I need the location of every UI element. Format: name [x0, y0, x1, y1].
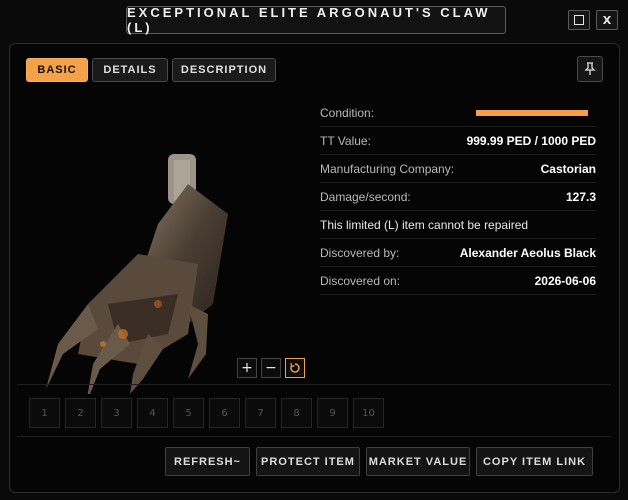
condition-row: Condition:: [320, 99, 596, 127]
square-icon: [574, 15, 584, 25]
close-label: X: [602, 13, 612, 27]
divider: [17, 384, 611, 385]
slot-2[interactable]: 2: [65, 398, 96, 428]
copy-item-link-button[interactable]: COPY ITEM LINK: [476, 447, 593, 476]
manufacturer-label: Manufacturing Company:: [320, 161, 455, 176]
slot-number: 10: [362, 407, 375, 419]
slot-10[interactable]: 10: [353, 398, 384, 428]
zoom-out-label: −: [265, 360, 277, 376]
slot-number: 1: [41, 407, 48, 419]
zoom-in-button[interactable]: +: [237, 358, 257, 378]
tab-description-label: DESCRIPTION: [180, 64, 268, 76]
slot-8[interactable]: 8: [281, 398, 312, 428]
market-value-button[interactable]: MARKET VALUE: [366, 447, 470, 476]
discovered-on-label: Discovered on:: [320, 273, 401, 288]
discovered-on-row: Discovered on: 2026-06-06: [320, 267, 596, 295]
item-preview-viewport[interactable]: [38, 154, 258, 404]
slot-3[interactable]: 3: [101, 398, 132, 428]
condition-bar: [476, 109, 588, 116]
close-button[interactable]: X: [596, 10, 618, 30]
slot-5[interactable]: 5: [173, 398, 204, 428]
refresh-label: REFRESH~: [174, 455, 241, 468]
slot-number: 3: [113, 407, 120, 419]
slot-4[interactable]: 4: [137, 398, 168, 428]
slot-number: 8: [293, 407, 300, 419]
slot-1[interactable]: 1: [29, 398, 60, 428]
pin-button[interactable]: [577, 56, 603, 82]
slot-number: 7: [257, 407, 264, 419]
copy-item-link-label: COPY ITEM LINK: [482, 455, 587, 468]
tt-value-label: TT Value:: [320, 133, 371, 148]
window-title: EXCEPTIONAL ELITE ARGONAUT'S CLAW (L): [127, 5, 491, 35]
slot-6[interactable]: 6: [209, 398, 240, 428]
tt-value: 999.99 PED / 1000 PED: [466, 133, 596, 148]
discovered-on-value: 2026-06-06: [534, 273, 596, 288]
zoom-in-label: +: [241, 360, 253, 376]
item-properties: Condition: TT Value: 999.99 PED / 1000 P…: [320, 99, 596, 295]
tab-basic[interactable]: BASIC: [26, 58, 88, 82]
tab-bar: BASIC DETAILS DESCRIPTION: [26, 58, 276, 82]
discovered-by-value: Alexander Aeolus Black: [459, 245, 596, 260]
dps-label: Damage/second:: [320, 189, 411, 204]
manufacturer-row: Manufacturing Company: Castorian: [320, 155, 596, 183]
action-bar: REFRESH~ PROTECT ITEM MARKET VALUE COPY …: [165, 447, 593, 476]
divider: [17, 436, 611, 437]
rotate-reset-icon: [290, 362, 300, 373]
market-value-label: MARKET VALUE: [368, 455, 468, 468]
tt-value-row: TT Value: 999.99 PED / 1000 PED: [320, 127, 596, 155]
maximize-button[interactable]: [568, 10, 590, 30]
discovered-by-label: Discovered by:: [320, 245, 400, 260]
tab-description[interactable]: DESCRIPTION: [172, 58, 276, 82]
condition-label: Condition:: [320, 105, 375, 120]
slot-row: 1 2 3 4 5 6 7 8 9 10: [29, 398, 384, 428]
slot-9[interactable]: 9: [317, 398, 348, 428]
protect-item-button[interactable]: PROTECT ITEM: [256, 447, 360, 476]
repair-note-row: This limited (L) item cannot be repaired: [320, 211, 596, 239]
discovered-by-row: Discovered by: Alexander Aeolus Black: [320, 239, 596, 267]
slot-number: 5: [185, 407, 192, 419]
protect-item-label: PROTECT ITEM: [261, 455, 355, 468]
argonaut-claw-image: [46, 154, 228, 404]
tab-details-label: DETAILS: [103, 64, 157, 76]
zoom-out-button[interactable]: −: [261, 358, 281, 378]
slot-number: 4: [149, 407, 156, 419]
pin-icon: [584, 62, 596, 75]
zoom-controls: + −: [237, 358, 305, 378]
item-info-panel: BASIC DETAILS DESCRIPTION + − Condition:…: [9, 43, 620, 493]
slot-number: 2: [77, 407, 84, 419]
slot-number: 6: [221, 407, 228, 419]
refresh-button[interactable]: REFRESH~: [165, 447, 250, 476]
manufacturer-value: Castorian: [540, 161, 596, 176]
dps-value: 127.3: [565, 189, 596, 204]
tab-basic-label: BASIC: [37, 64, 77, 76]
window-title-bar[interactable]: EXCEPTIONAL ELITE ARGONAUT'S CLAW (L): [126, 5, 506, 35]
slot-number: 9: [329, 407, 336, 419]
repair-note: This limited (L) item cannot be repaired: [320, 217, 529, 232]
tab-details[interactable]: DETAILS: [92, 58, 168, 82]
dps-row: Damage/second: 127.3: [320, 183, 596, 211]
reset-view-button[interactable]: [285, 358, 305, 378]
slot-7[interactable]: 7: [245, 398, 276, 428]
